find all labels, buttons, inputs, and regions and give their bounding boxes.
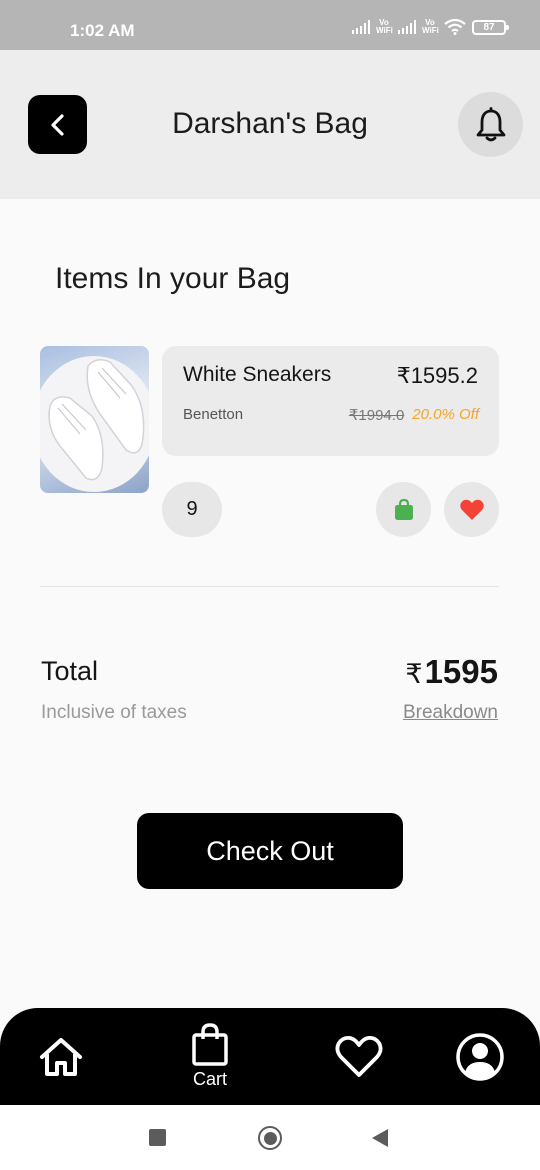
nav-cart-label: Cart bbox=[192, 1069, 227, 1089]
app-header: Darshan's Bag bbox=[0, 50, 540, 199]
divider bbox=[40, 586, 499, 587]
bottom-nav: Cart bbox=[0, 1008, 540, 1105]
recent-apps-icon[interactable] bbox=[149, 1129, 166, 1146]
wifi-icon bbox=[444, 19, 466, 35]
breakdown-link[interactable]: Breakdown bbox=[403, 702, 498, 724]
vowifi-label-1: Vo WiFi bbox=[376, 18, 393, 35]
move-to-bag-button[interactable] bbox=[376, 482, 431, 537]
status-time: 1:02 AM bbox=[70, 21, 135, 40]
favorite-button[interactable] bbox=[444, 482, 499, 537]
quantity-chip[interactable]: 9 bbox=[162, 482, 222, 537]
nav-favorites[interactable] bbox=[334, 1008, 384, 1105]
bell-icon bbox=[476, 106, 505, 141]
product-card[interactable]: White Sneakers ₹1595.2 Benetton ₹1994.0 … bbox=[162, 346, 499, 456]
total-amount: ₹ 1595 bbox=[405, 653, 498, 691]
bag-heading: Items In your Bag bbox=[55, 262, 291, 295]
signal-icon bbox=[352, 20, 370, 34]
status-icons: Vo WiFi Vo WiFi 87 bbox=[352, 18, 509, 35]
notifications-button[interactable] bbox=[458, 92, 523, 157]
shopping-bag-icon bbox=[394, 498, 413, 520]
status-bar: 1:02 AM Vo WiFi Vo WiFi 87 bbox=[0, 0, 540, 50]
account-circle-icon bbox=[456, 1032, 504, 1081]
nav-profile[interactable] bbox=[454, 1008, 506, 1105]
nav-home[interactable] bbox=[34, 1008, 88, 1105]
currency-symbol: ₹ bbox=[405, 659, 423, 689]
signal-icon-2 bbox=[398, 20, 416, 34]
home-circle-icon[interactable] bbox=[258, 1126, 282, 1150]
total-label: Total bbox=[41, 656, 99, 686]
cart-bag-icon bbox=[192, 1023, 228, 1066]
nav-cart[interactable]: Cart bbox=[180, 1008, 240, 1105]
tax-note: Inclusive of taxes bbox=[41, 702, 187, 723]
discount-label: 20.0% Off bbox=[412, 406, 479, 423]
checkout-button[interactable]: Check Out bbox=[137, 813, 403, 889]
heart-icon bbox=[459, 499, 484, 520]
back-triangle-icon[interactable] bbox=[372, 1129, 388, 1147]
sneakers-image bbox=[40, 356, 149, 492]
home-icon bbox=[40, 1037, 82, 1076]
system-navigation-bar bbox=[0, 1105, 540, 1170]
total-value: 1595 bbox=[424, 653, 498, 690]
product-name: White Sneakers bbox=[183, 363, 332, 386]
battery-indicator: 87 bbox=[472, 19, 509, 35]
heart-outline-icon bbox=[335, 1035, 383, 1077]
product-price: ₹1595.2 bbox=[396, 363, 478, 388]
product-brand: Benetton bbox=[183, 406, 244, 423]
product-image[interactable] bbox=[40, 346, 149, 493]
price-details: ₹1994.0 20.0% Off bbox=[349, 406, 479, 424]
original-price: ₹1994.0 bbox=[348, 407, 405, 424]
vowifi-label-2: Vo WiFi bbox=[422, 18, 439, 35]
